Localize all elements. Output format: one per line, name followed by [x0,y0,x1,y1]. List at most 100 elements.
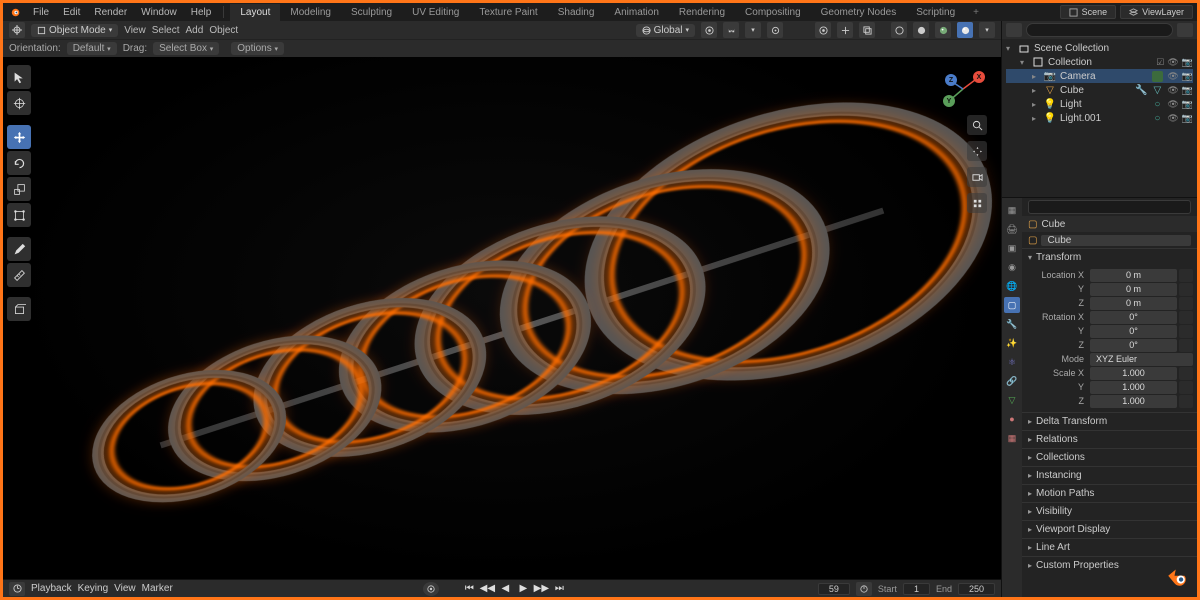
scale-z-field[interactable]: 1.000 [1090,395,1177,408]
outliner-item-light[interactable]: ▸ 💡 Light ○ 👁 📷 [1006,97,1193,111]
tab-animation[interactable]: Animation [604,4,668,21]
xray-toggle[interactable] [859,22,875,38]
tool-move[interactable] [7,125,31,149]
lock-icon[interactable] [1179,325,1193,338]
options-dropdown[interactable]: Options ▾ [231,42,284,55]
scene-selector[interactable]: Scene [1060,5,1117,19]
tool-annotate[interactable] [7,237,31,261]
panel-collections[interactable]: ▸Collections [1022,449,1197,466]
drag-dropdown[interactable]: Select Box ▾ [153,42,219,55]
editor-type-button[interactable] [9,22,25,38]
outliner-filter-button[interactable] [1177,23,1193,37]
panel-visibility[interactable]: ▸Visibility [1022,503,1197,520]
tab-compositing[interactable]: Compositing [735,4,811,21]
prop-tab-object[interactable]: ▢ [1004,297,1020,313]
transform-orientation-dropdown[interactable]: Global ▾ [636,24,695,37]
outliner-item-cube[interactable]: ▸ ▽ Cube 🔧 ▽ 👁 📷 [1006,83,1193,97]
auto-keying-toggle[interactable] [423,582,439,596]
tab-texture-paint[interactable]: Texture Paint [469,4,547,21]
shading-rendered[interactable] [957,22,973,38]
prop-tab-texture[interactable]: ▦ [1004,430,1020,446]
vp-menu-view[interactable]: View [124,25,146,36]
nav-gizmo[interactable]: X Y Z [941,67,985,111]
jump-start-button[interactable]: ⏮ [461,582,477,596]
prop-tab-world[interactable]: 🌐 [1004,278,1020,294]
end-frame-field[interactable]: 250 [958,583,995,595]
tl-marker[interactable]: Marker [142,583,173,594]
prev-key-button[interactable]: ◀◀ [479,582,495,596]
outliner-collection[interactable]: ▾ Collection ☑ 👁 📷 [1006,55,1193,69]
scale-y-field[interactable]: 1.000 [1090,381,1177,394]
prop-tab-constraints[interactable]: 🔗 [1004,373,1020,389]
tab-uv-editing[interactable]: UV Editing [402,4,469,21]
location-z-field[interactable]: 0 m [1090,297,1177,310]
shading-material[interactable] [935,22,951,38]
gizmo-toggle[interactable] [837,22,853,38]
shading-wireframe[interactable] [891,22,907,38]
location-x-field[interactable]: 0 m [1090,269,1177,282]
vp-menu-select[interactable]: Select [152,25,180,36]
add-workspace-button[interactable]: + [965,4,987,21]
panel-transform-header[interactable]: ▾Transform [1022,249,1197,266]
rotation-mode-dropdown[interactable]: XYZ Euler [1090,353,1193,366]
tab-layout[interactable]: Layout [230,4,280,21]
prop-tab-data[interactable]: ▽ [1004,392,1020,408]
collection-toggle-icon[interactable]: ☑ [1156,57,1164,68]
outliner-editor-type[interactable] [1006,23,1022,37]
prop-tab-render[interactable]: ▦ [1004,202,1020,218]
prop-tab-physics[interactable]: ⚛ [1004,354,1020,370]
tl-playback[interactable]: Playback [31,583,72,594]
pivot-dropdown[interactable] [701,22,717,38]
prop-tab-modifiers[interactable]: 🔧 [1004,316,1020,332]
panel-delta-transform[interactable]: ▸Delta Transform [1022,413,1197,430]
render-icon[interactable]: 📷 [1182,57,1193,68]
timeline-editor-type[interactable] [9,582,25,596]
tab-shading[interactable]: Shading [548,4,605,21]
tl-keying[interactable]: Keying [78,583,109,594]
eye-icon[interactable]: 👁 [1167,99,1178,110]
render-icon[interactable]: 📷 [1182,99,1193,110]
tool-scale[interactable] [7,177,31,201]
rotation-x-field[interactable]: 0° [1090,311,1177,324]
lock-icon[interactable] [1179,297,1193,310]
panel-instancing[interactable]: ▸Instancing [1022,467,1197,484]
orientation-dropdown[interactable]: Default ▾ [67,42,117,55]
menu-edit[interactable]: Edit [57,5,86,20]
panel-motion-paths[interactable]: ▸Motion Paths [1022,485,1197,502]
snap-target-dropdown[interactable]: ▾ [745,22,761,38]
tab-geometry-nodes[interactable]: Geometry Nodes [811,4,907,21]
render-icon[interactable]: 📷 [1182,113,1193,124]
shading-dropdown[interactable]: ▾ [979,22,995,38]
lock-icon[interactable] [1179,367,1193,380]
snap-toggle[interactable] [723,22,739,38]
scale-x-field[interactable]: 1.000 [1090,367,1177,380]
panel-line-art[interactable]: ▸Line Art [1022,539,1197,556]
tool-add-primitive[interactable] [7,297,31,321]
render-icon[interactable]: 📷 [1182,85,1193,96]
panel-relations[interactable]: ▸Relations [1022,431,1197,448]
zoom-button[interactable] [967,115,987,135]
rotation-z-field[interactable]: 0° [1090,339,1177,352]
vp-menu-object[interactable]: Object [209,25,238,36]
outliner-item-light001[interactable]: ▸ 💡 Light.001 ○ 👁 📷 [1006,111,1193,125]
tab-scripting[interactable]: Scripting [906,4,965,21]
outliner-scene-collection[interactable]: ▾ Scene Collection [1006,41,1193,55]
render-icon[interactable]: 📷 [1182,71,1193,82]
menu-render[interactable]: Render [88,5,133,20]
camera-view-button[interactable] [967,167,987,187]
panel-viewport-display[interactable]: ▸Viewport Display [1022,521,1197,538]
lock-icon[interactable] [1179,395,1193,408]
tab-modeling[interactable]: Modeling [280,4,341,21]
viewlayer-selector[interactable]: ViewLayer [1120,5,1193,19]
tl-view[interactable]: View [114,583,136,594]
eye-icon[interactable]: 👁 [1167,57,1178,68]
jump-end-button[interactable]: ⏭ [551,582,567,596]
tool-measure[interactable] [7,263,31,287]
location-y-field[interactable]: 0 m [1090,283,1177,296]
lock-icon[interactable] [1179,269,1193,282]
outliner-search-input[interactable] [1026,23,1173,37]
tab-rendering[interactable]: Rendering [669,4,735,21]
proportional-edit-toggle[interactable] [767,22,783,38]
3d-viewport[interactable]: X Y Z [3,57,1001,579]
prop-tab-particles[interactable]: ✨ [1004,335,1020,351]
